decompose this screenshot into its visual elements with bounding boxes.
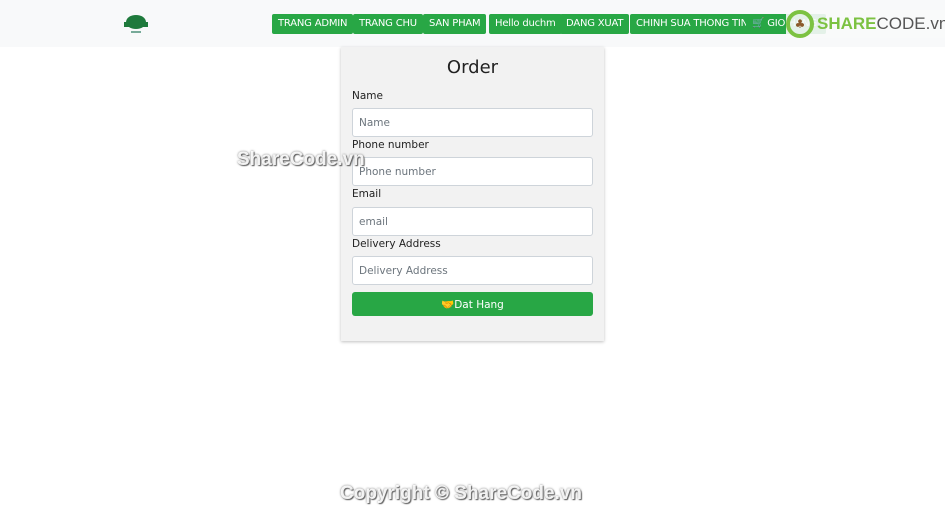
handshake-icon: 🤝 — [441, 298, 455, 311]
nav-san-pham[interactable]: SAN PHAM — [423, 14, 487, 34]
site-logo[interactable] — [123, 13, 149, 35]
nav-chinh-sua-thong-tin[interactable]: CHINH SUA THONG TIN — [630, 14, 754, 34]
name-label: Name — [352, 90, 383, 102]
dat-hang-label: Dat Hang — [454, 298, 504, 311]
watermark-footer: Copyright © ShareCode.vn — [340, 483, 583, 504]
nav-trang-chu[interactable]: TRANG CHU — [353, 14, 423, 34]
form-title: Order — [446, 57, 499, 78]
nav-trang-admin[interactable]: TRANG ADMIN — [272, 14, 354, 34]
logo-text-code: CODE.vn — [876, 14, 945, 33]
dat-hang-button[interactable]: 🤝Dat Hang — [352, 292, 593, 316]
sharecode-logo-icon: ♣ — [786, 10, 814, 38]
logo-text-share: SHARE — [817, 14, 877, 33]
email-input[interactable] — [352, 207, 593, 236]
navbar: TRANG ADMIN TRANG CHU SAN PHAM Hello duc… — [0, 0, 945, 47]
watermark-center: ShareCode.vn — [237, 149, 365, 170]
nav-hello-user[interactable]: Hello duchm — [489, 14, 562, 34]
cart-icon: 🛒 — [752, 18, 765, 29]
order-form: Order Name Phone number Email Delivery A… — [341, 47, 604, 341]
nav-dang-xuat[interactable]: DANG XUAT — [560, 14, 630, 34]
address-input[interactable] — [352, 256, 593, 285]
name-input[interactable] — [352, 108, 593, 137]
sharecode-watermark-logo: ♣ SHARE CODE.vn — [786, 10, 945, 38]
email-label: Email — [352, 188, 382, 200]
address-label: Delivery Address — [352, 238, 441, 250]
phone-input[interactable] — [352, 157, 593, 186]
